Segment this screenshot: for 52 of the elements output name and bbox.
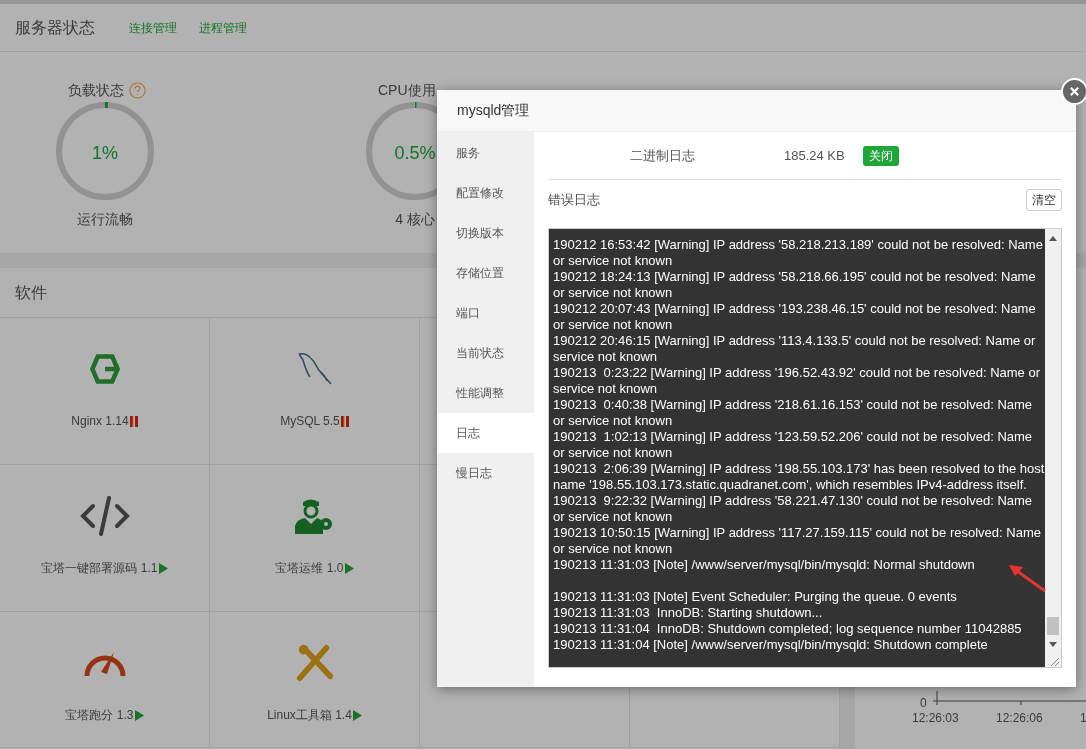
gauge-value: 1% [92,142,118,165]
software-tile[interactable]: 宝塔一键部署源码 1.1 [0,465,210,612]
log-line: 190213 10:50:15 [Warning] IP address '117.27.159.115' could not be resolved: Name or service not known [553,525,1042,557]
log-line: 190213 11:31:03 InnoDB: Starting shutdown... [553,605,823,621]
log-line: 190213 11:31:04 [Note] /www/server/mysql/bin/mysqld: Shutdown complete [553,637,988,653]
axis-tick-label: 0 [920,695,927,712]
log-line: 190212 16:53:42 [Warning] IP address '58.218.213.189' could not be resolved: Name or service not known [553,237,1044,269]
binlog-size: 185.24 KB [784,146,846,165]
code-icon [78,496,131,536]
log-line: 190213 0:40:38 [Warning] IP address '218.61.16.153' could not be resolved: Name or service not known [553,397,1034,429]
software-name: 宝塔一键部署源码 1.1 [41,560,158,577]
log-line: 190213 11:31:04 InnoDB: Shutdown completed; log sequence number 11042885 [553,621,1022,637]
log-line: 190213 0:23:22 [Warning] IP address '196.52.43.92' could not be resolved: Name or service not known [553,365,1041,397]
binlog-label: 二进制日志 [630,146,696,165]
panel-title: 服务器状态 [15,17,95,38]
log-line: 190213 2:06:39 [Warning] IP address '198.55.103.173' has been resolved to the host name '198.55.103.173.static.quadranet.com', which resembles IPv4-address itself. [553,461,1046,493]
close-icon [1069,86,1080,97]
software-name: 宝塔跑分 1.3 [65,707,134,724]
sidebar-item[interactable]: 日志 [437,413,534,453]
log-line: 190213 11:31:03 [Note] /www/server/mysql/bin/mysqld: Normal shutdown [553,557,975,574]
wrench-screwdriver-icon [295,644,334,682]
sidebar-item[interactable]: 当前状态 [437,333,534,373]
clear-button[interactable]: 清空 [1026,189,1062,211]
log-line: 190212 20:46:15 [Warning] IP address '113.4.133.5' could not be resolved: Name or service not known [553,333,1037,365]
log-line: 190213 11:31:03 [Note] Event Scheduler: Purging the queue. 0 events [553,589,957,605]
software-name: Nginx 1.14 [71,413,129,430]
software-name: MySQL 5.5 [280,413,340,430]
software-tile[interactable]: Linux工具箱 1.4 [210,612,420,748]
gauge-caption: 4 核心 [395,210,435,229]
sidebar-item[interactable]: 切换版本 [437,213,534,253]
software-tile[interactable]: 宝塔运维 1.0 [210,465,420,612]
software-name: Linux工具箱 1.4 [267,707,352,724]
log-line: 190213 1:02:13 [Warning] IP address '123.59.52.206' could not be resolved: Name or service not known [553,429,1034,461]
log-line: 190213 9:22:32 [Warning] IP address '58.221.47.130' could not be resolved: Name or service not known [553,493,1034,525]
software-tile[interactable]: MySQL 5.5 [210,318,420,465]
axis-tick-label: 12:26:06 [996,710,1043,727]
gauge-caption: 运行流畅 [77,210,133,229]
software-tile[interactable]: 宝塔跑分 1.3 [0,612,210,748]
gauge-label: CPU使用 [378,81,436,100]
arrow-annotation-icon [1007,563,1047,593]
dialog-title: mysqld管理 [457,101,530,120]
sidebar-item[interactable]: 配置修改 [437,173,534,213]
sidebar-item[interactable]: 服务 [437,133,534,173]
axis-tick-label: 12:26:03 [912,710,959,727]
software-tile[interactable]: Nginx 1.14 [0,318,210,465]
sidebar-item[interactable]: 性能调整 [437,373,534,413]
error-log-label: 错误日志 [548,191,600,210]
axis-tick-label: 1 [1080,710,1086,727]
gauge-label: 负载状态 [68,81,124,100]
software-name: 宝塔运维 1.0 [275,560,344,577]
sidebar-item[interactable]: 慢日志 [437,453,534,493]
gauge-value: 0.5% [394,142,436,165]
